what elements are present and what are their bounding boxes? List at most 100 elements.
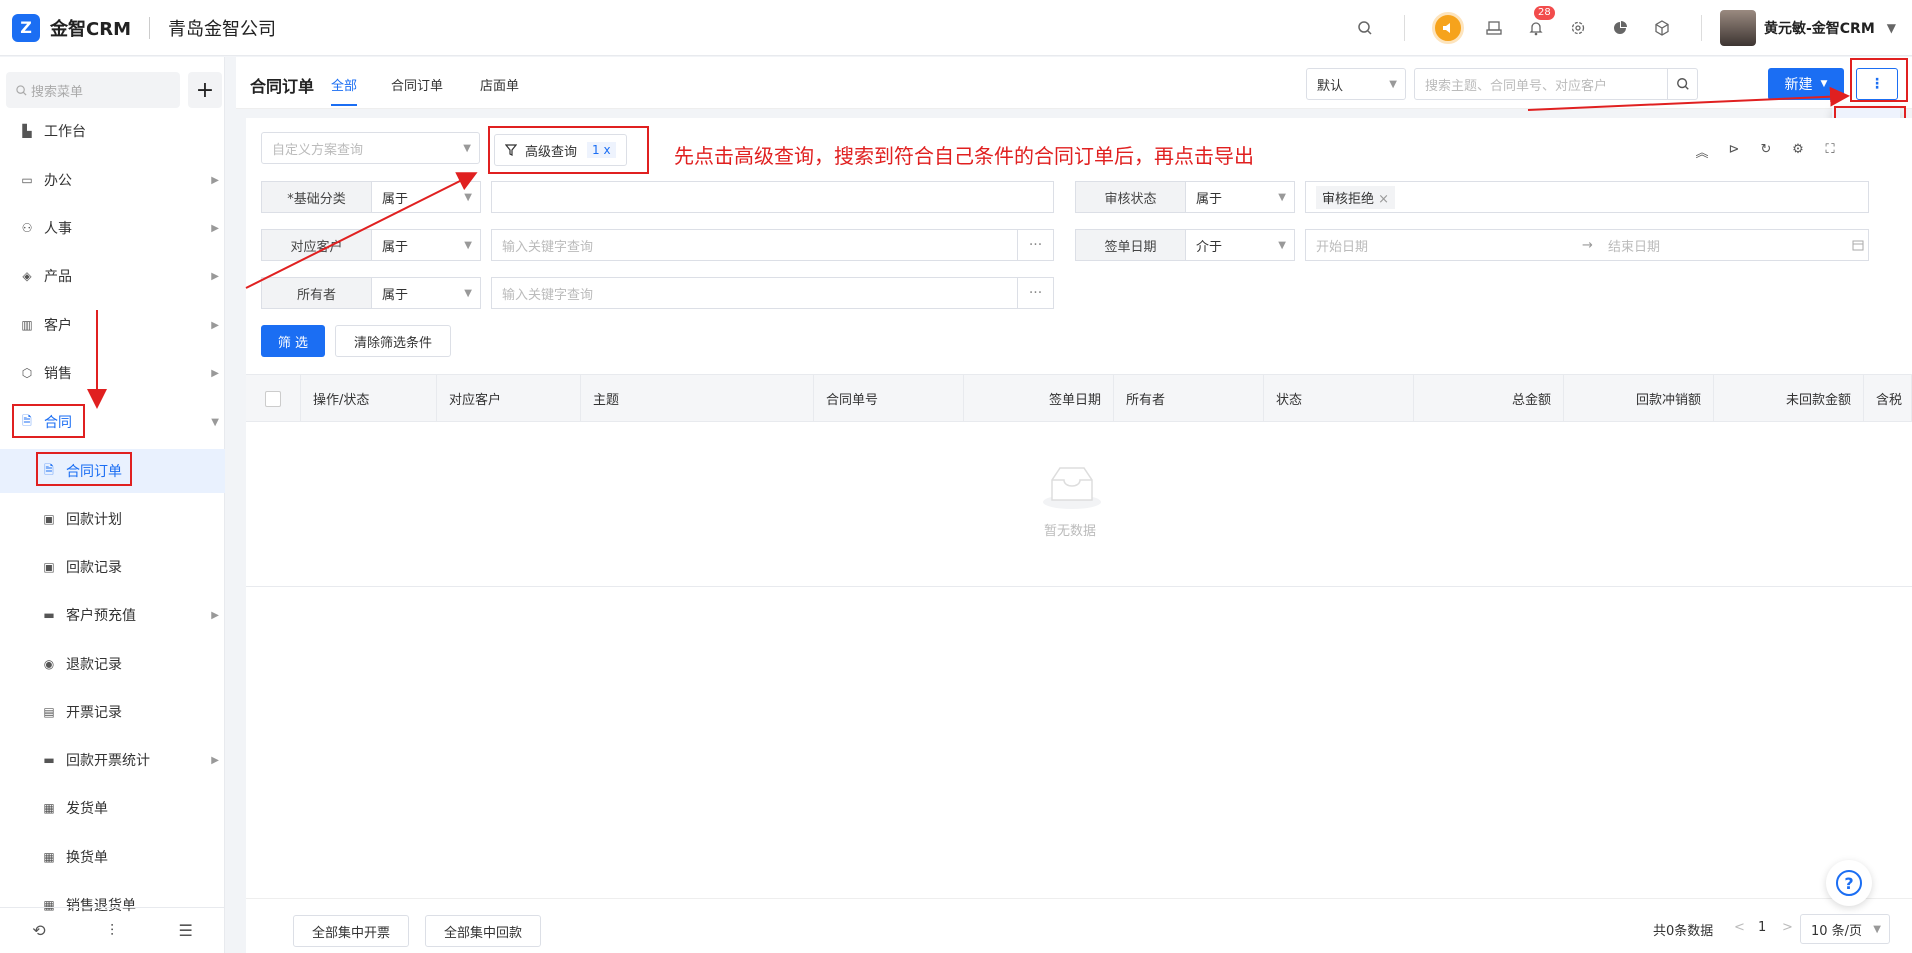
chevron-down-icon: ▼ — [1389, 78, 1397, 90]
gear-icon[interactable]: ⚙ — [1782, 142, 1814, 161]
sidebar-item-prepay[interactable]: ▬ 客户预充值 ▶ — [0, 593, 225, 637]
scheme-select[interactable]: 自定义方案查询 ▼ — [261, 132, 480, 164]
sidebar-item-exchange[interactable]: ▦ 换货单 — [0, 835, 225, 879]
prev-page-button[interactable]: < — [1734, 920, 1745, 935]
current-page[interactable]: 1 — [1758, 920, 1766, 935]
end-date[interactable]: 结束日期 — [1608, 236, 1852, 255]
sidebar-item-hr[interactable]: ⚇ 人事 ▶ — [0, 206, 225, 250]
more-options-icon[interactable]: ··· — [1017, 229, 1054, 261]
filter-value-category[interactable] — [491, 181, 1054, 213]
logo[interactable]: Z 金智CRM — [12, 13, 131, 42]
sidebar-item-office[interactable]: ▭ 办公 ▶ — [0, 158, 225, 202]
chevron-right-icon: ▶ — [211, 367, 219, 379]
play-icon[interactable]: ⊳ — [1718, 142, 1750, 161]
tab-all[interactable]: 全部 — [331, 75, 358, 106]
column-header[interactable]: 签单日期 — [964, 375, 1114, 422]
fullscreen-icon[interactable]: ⛶ — [1814, 142, 1846, 161]
sidebar-item-customer[interactable]: ▥ 客户 ▶ — [0, 303, 225, 347]
column-header[interactable]: 操作/状态 — [301, 375, 437, 422]
folder-icon: ▬ — [43, 753, 55, 767]
sidebar-item-payment-invoice-stats[interactable]: ▬ 回款开票统计 ▶ — [0, 738, 225, 782]
filter-operator-value: 属于 — [382, 287, 409, 303]
page-size-select[interactable]: 10 条/页 ▼ — [1800, 914, 1890, 944]
sidebar-item-label: 发货单 — [66, 801, 108, 817]
sidebar-item-payment-plan[interactable]: ▣ 回款计划 — [0, 497, 225, 541]
sidebar-item-invoice[interactable]: ▤ 开票记录 — [0, 690, 225, 734]
inbox-icon[interactable] — [1482, 16, 1506, 40]
more-options-icon[interactable]: ··· — [1017, 277, 1054, 309]
filter-value-customer[interactable]: 输入关键字查询 — [491, 229, 1018, 261]
sidebar-item-product[interactable]: ◈ 产品 ▶ — [0, 254, 225, 298]
date-range-picker[interactable]: 开始日期 → 结束日期 — [1305, 229, 1869, 261]
column-header[interactable]: 总金额 — [1414, 375, 1564, 422]
sidebar-item-label: 客户 — [44, 318, 72, 334]
start-date[interactable]: 开始日期 — [1316, 236, 1582, 255]
column-header[interactable]: 对应客户 — [437, 375, 581, 422]
main-search-input[interactable]: 搜索主题、合同单号、对应客户 — [1414, 68, 1698, 100]
speaker-icon[interactable] — [1431, 12, 1464, 44]
sidebar-item-payment-record[interactable]: ▣ 回款记录 — [0, 545, 225, 589]
close-icon[interactable]: × — [1378, 192, 1389, 207]
add-menu-button[interactable]: + — [188, 72, 222, 108]
avatar[interactable] — [1719, 10, 1756, 46]
filter-value-owner[interactable]: 输入关键字查询 — [491, 277, 1018, 309]
sidebar-item-label: 客户预充值 — [66, 608, 136, 624]
cube-icon[interactable] — [1650, 16, 1674, 40]
clear-filter-button[interactable]: 清除筛选条件 — [335, 325, 451, 357]
column-header[interactable]: 未回款金额 — [1714, 375, 1864, 422]
history-icon[interactable]: ⟲ — [32, 921, 45, 940]
column-header[interactable]: 状态 — [1264, 375, 1414, 422]
filter-operator[interactable]: 介于 ▼ — [1185, 229, 1295, 261]
sidebar-item-label: 回款记录 — [66, 560, 122, 576]
new-button[interactable]: 新建 ▼ — [1768, 68, 1844, 100]
collapse-menu-icon[interactable]: ☰ — [178, 921, 192, 940]
select-all-cell — [246, 375, 301, 422]
search-icon[interactable] — [1667, 69, 1697, 99]
settings-icon[interactable] — [1566, 16, 1590, 40]
column-header[interactable]: 主题 — [581, 375, 814, 422]
batch-invoice-button[interactable]: 全部集中开票 — [293, 915, 409, 947]
column-header[interactable]: 合同单号 — [814, 375, 964, 422]
filter-operator[interactable]: 属于 ▼ — [371, 229, 481, 261]
user-name[interactable]: 黄元敏-金智CRM — [1764, 18, 1875, 38]
company-name[interactable]: 青岛金智公司 — [168, 15, 276, 41]
next-page-button[interactable]: > — [1782, 920, 1793, 935]
tab-store-order[interactable]: 店面单 — [480, 75, 519, 94]
empty-state-text: 暂无数据 — [1044, 524, 1097, 539]
tab-contract-order[interactable]: 合同订单 — [391, 75, 443, 94]
office-icon: ▭ — [21, 173, 33, 187]
batch-payment-button[interactable]: 全部集中回款 — [425, 915, 541, 947]
filter-operator[interactable]: 属于 ▼ — [371, 277, 481, 309]
sidebar-item-refund[interactable]: ◉ 退款记录 — [0, 642, 225, 686]
search-icon[interactable] — [1353, 16, 1377, 40]
filter-value-review-status[interactable]: 审核拒绝 × — [1305, 181, 1869, 213]
caret-down-icon[interactable]: ▼ — [1887, 21, 1896, 35]
total-count: 共0条数据 — [1653, 924, 1714, 939]
sidebar-item-workbench[interactable]: ▙ 工作台 — [0, 109, 225, 153]
sidebar-item-delivery[interactable]: ▦ 发货单 — [0, 786, 225, 830]
filter-label-category: *基础分类 — [261, 181, 372, 213]
box-icon: ▦ — [43, 801, 55, 815]
search-icon — [16, 84, 27, 96]
sidebar-item-label: 开票记录 — [66, 705, 122, 721]
sidebar-item-label: 换货单 — [66, 850, 108, 866]
menu-search-input[interactable]: 搜索菜单 — [6, 72, 180, 108]
collapse-up-icon[interactable]: ︽ — [1686, 142, 1718, 161]
filter-button[interactable]: 筛 选 — [261, 325, 325, 357]
bell-icon[interactable]: 28 — [1524, 6, 1555, 40]
pie-chart-icon[interactable] — [1608, 16, 1632, 40]
filter-operator[interactable]: 属于 ▼ — [1185, 181, 1295, 213]
refund-icon: ◉ — [43, 657, 55, 671]
refresh-icon[interactable]: ↻ — [1750, 142, 1782, 161]
column-header[interactable]: 回款冲销额 — [1564, 375, 1714, 422]
tune-icon[interactable]: ⫶ — [110, 921, 114, 941]
view-select[interactable]: 默认 ▼ — [1306, 68, 1406, 100]
chart-icon: ▥ — [21, 318, 33, 332]
select-all-checkbox[interactable] — [265, 390, 281, 407]
help-button[interactable]: ? — [1826, 860, 1872, 906]
filter-operator[interactable]: 属于 ▼ — [371, 181, 481, 213]
column-header[interactable]: 含税 — [1864, 375, 1912, 422]
sidebar-item-label: 人事 — [44, 221, 72, 237]
column-header[interactable]: 所有者 — [1114, 375, 1264, 422]
sidebar-item-sales[interactable]: ⬡ 销售 ▶ — [0, 351, 225, 395]
